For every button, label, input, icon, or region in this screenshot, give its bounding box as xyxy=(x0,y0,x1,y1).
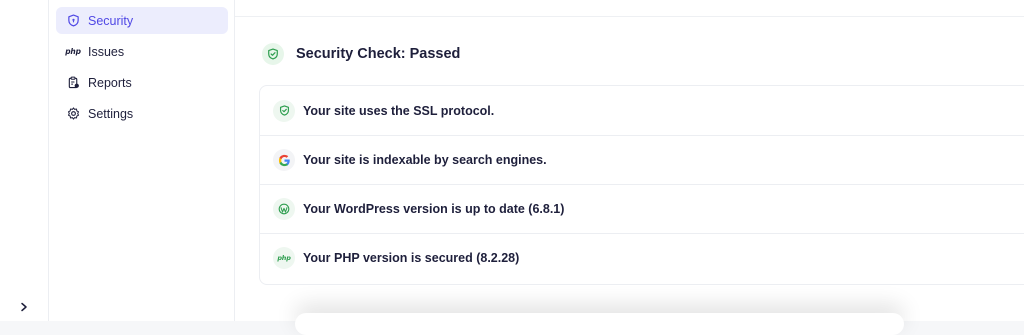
clipboard-icon xyxy=(66,76,80,90)
shield-icon xyxy=(66,14,80,28)
divider xyxy=(235,16,1024,17)
check-text: Your site is indexable by search engines… xyxy=(303,153,547,167)
php-icon: php xyxy=(65,47,81,56)
check-row-indexable: Your site is indexable by search engines… xyxy=(260,135,1024,184)
sidebar-item-label: Reports xyxy=(88,75,132,90)
shield-check-icon xyxy=(262,43,284,65)
wordpress-icon xyxy=(273,198,295,220)
google-icon xyxy=(273,149,295,171)
sidebar-item-reports[interactable]: Reports xyxy=(56,69,228,96)
check-text: Your PHP version is secured (8.2.28) xyxy=(303,251,520,265)
chevron-right-icon xyxy=(21,302,27,312)
security-check-header: Security Check: Passed xyxy=(262,43,460,65)
check-row-ssl: Your site uses the SSL protocol. xyxy=(260,86,1024,135)
check-text: Your WordPress version is up to date (6.… xyxy=(303,202,565,216)
floating-panel-edge xyxy=(295,313,904,335)
shield-check-icon xyxy=(273,99,295,122)
main-content: Security Check: Passed Your site uses th… xyxy=(235,0,1024,335)
sidebar-item-security[interactable]: Security xyxy=(56,7,228,34)
sidebar-item-issues[interactable]: php Issues xyxy=(56,38,228,65)
sidebar-item-settings[interactable]: Settings xyxy=(56,100,228,127)
php-icon: php xyxy=(273,247,295,269)
sidebar: Security php Issues Reports Settings xyxy=(49,0,235,321)
sidebar-item-label: Security xyxy=(88,13,134,28)
sidebar-item-label: Settings xyxy=(88,106,134,121)
check-text: Your site uses the SSL protocol. xyxy=(303,103,495,118)
left-rail xyxy=(0,0,49,321)
check-row-php: php Your PHP version is secured (8.2.28) xyxy=(260,233,1024,282)
sidebar-item-label: Issues xyxy=(88,44,125,59)
check-row-wordpress: Your WordPress version is up to date (6.… xyxy=(260,184,1024,233)
page-title: Security Check: Passed xyxy=(296,46,461,62)
expand-sidebar-button[interactable] xyxy=(14,297,34,317)
gear-icon xyxy=(66,107,80,121)
security-checks-card: Your site uses the SSL protocol. Your si… xyxy=(259,85,1024,285)
